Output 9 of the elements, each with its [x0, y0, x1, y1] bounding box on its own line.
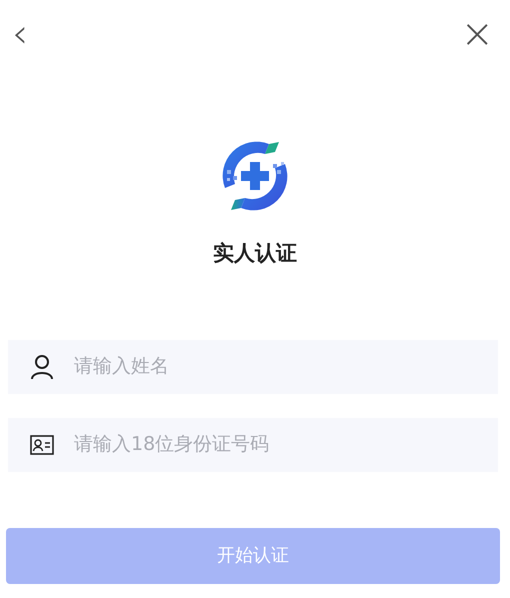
page-title: 实人认证: [213, 240, 297, 267]
id-number-field[interactable]: 请输入18位身份证号码: [8, 418, 498, 472]
back-button[interactable]: ‹: [8, 14, 32, 54]
id-number-input[interactable]: 请输入18位身份证号码: [72, 429, 498, 460]
close-button[interactable]: ×: [456, 14, 498, 54]
id-card-icon: [30, 434, 54, 454]
name-input[interactable]: 请输入姓名: [72, 351, 498, 382]
person-icon: [30, 354, 54, 380]
name-field[interactable]: 请输入姓名: [8, 340, 498, 394]
